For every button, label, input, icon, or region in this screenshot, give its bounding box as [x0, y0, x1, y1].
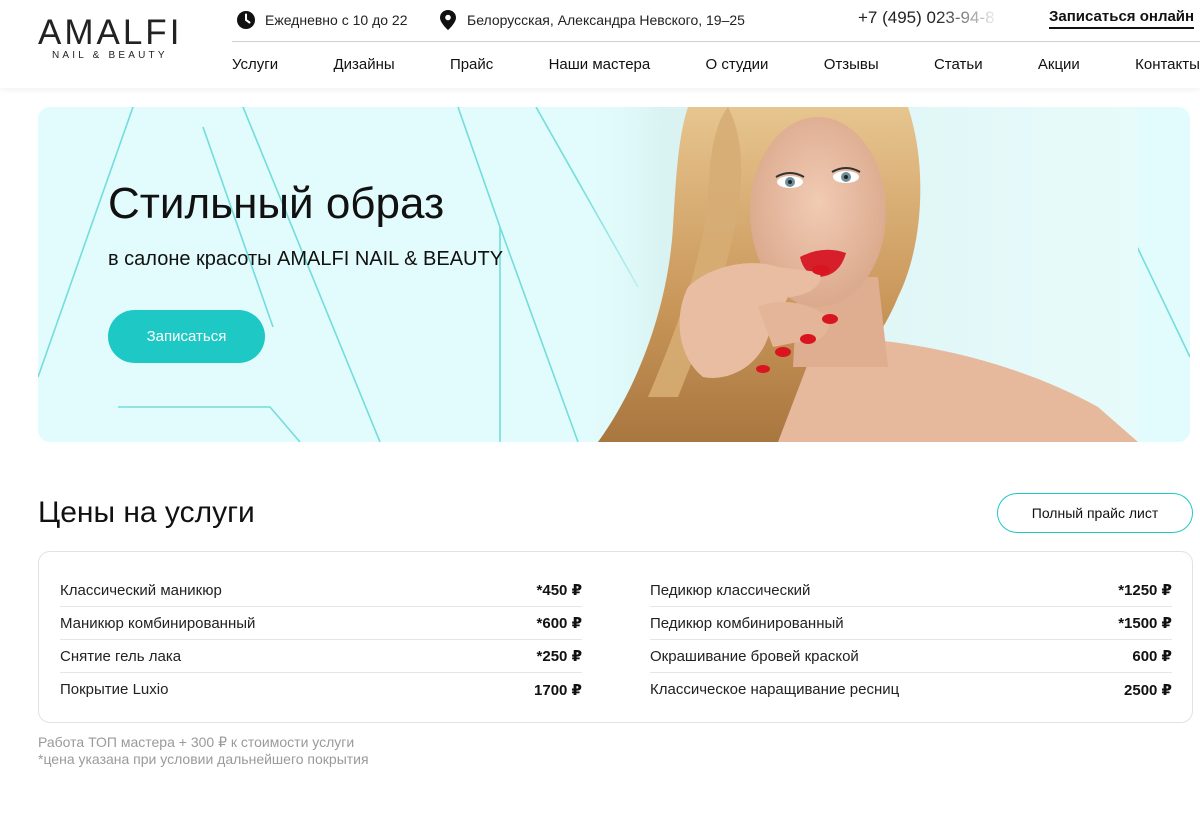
- hero-subtitle: в салоне красоты AMALFI NAIL & BEAUTY: [108, 248, 504, 270]
- service-name: Снятие гель лака: [60, 647, 182, 665]
- hero-banner: Стильный образ в салоне красоты AMALFI N…: [38, 107, 1190, 442]
- price-row: Педикюр классический *1250 ₽: [650, 574, 1172, 607]
- nav-item-articles[interactable]: Статьи: [934, 56, 983, 73]
- service-price: 600 ₽: [1132, 648, 1172, 665]
- full-pricelist-button[interactable]: Полный прайс лист: [997, 493, 1193, 533]
- logo-tagline: NAIL & BEAUTY: [52, 50, 168, 61]
- service-name: Маникюр комбинированный: [60, 614, 256, 632]
- nav-item-reviews[interactable]: Отзывы: [824, 56, 879, 73]
- address[interactable]: Белорусская, Александра Невского, 19–25: [438, 10, 745, 30]
- main-nav: Услуги Дизайны Прайс Наши мастера О студ…: [232, 56, 1200, 73]
- hero-signup-button[interactable]: Записаться: [108, 310, 265, 363]
- address-text: Белорусская, Александра Невского, 19–25: [467, 12, 745, 28]
- top-info-bar: Ежедневно с 10 до 22 Белорусская, Алекса…: [232, 0, 1200, 42]
- service-price: 1700 ₽: [534, 681, 582, 699]
- working-hours-text: Ежедневно с 10 до 22: [265, 12, 408, 28]
- top-master-note: Работа ТОП мастера + 300 ₽ к стоимости у…: [38, 734, 355, 750]
- nav-item-services[interactable]: Услуги: [232, 56, 278, 73]
- service-name: Классический маникюр: [60, 581, 222, 599]
- prices-section-title: Цены на услуги: [38, 496, 255, 529]
- signup-online-link[interactable]: Записаться онлайн: [1049, 8, 1195, 29]
- price-column-left: Классический маникюр *450 ₽ Маникюр комб…: [60, 574, 582, 706]
- nav-item-about[interactable]: О студии: [706, 56, 769, 73]
- working-hours: Ежедневно с 10 до 22: [236, 10, 407, 30]
- price-row: Маникюр комбинированный *600 ₽: [60, 607, 582, 640]
- nav-item-pricelist[interactable]: Прайс: [450, 56, 493, 73]
- price-row: Педикюр комбинированный *1500 ₽: [650, 607, 1172, 640]
- price-row: Снятие гель лака *250 ₽: [60, 640, 582, 673]
- hero-title: Стильный образ: [108, 179, 445, 228]
- service-price: *1500 ₽: [1118, 615, 1172, 632]
- price-row: Классический маникюр *450 ₽: [60, 574, 582, 607]
- nav-item-masters[interactable]: Наши мастера: [549, 56, 651, 73]
- price-card: Классический маникюр *450 ₽ Маникюр комб…: [38, 551, 1193, 723]
- clock-icon: [236, 10, 256, 30]
- service-price: *1250 ₽: [1118, 582, 1172, 599]
- service-price: 2500 ₽: [1124, 681, 1172, 699]
- price-footnote: *цена указана при условии дальнейшего по…: [38, 751, 369, 767]
- nav-item-contacts[interactable]: Контакты: [1135, 56, 1200, 73]
- site-header: AMALFI NAIL & BEAUTY Ежедневно с 10 до 2…: [0, 0, 1200, 88]
- service-name: Педикюр комбинированный: [650, 614, 844, 632]
- nav-item-promotions[interactable]: Акции: [1038, 56, 1080, 73]
- nav-item-designs[interactable]: Дизайны: [333, 56, 394, 73]
- service-price: *450 ₽: [536, 582, 582, 599]
- phone-number[interactable]: +7 (495) 023-94-8: [858, 8, 1000, 28]
- price-column-right: Педикюр классический *1250 ₽ Педикюр ком…: [650, 574, 1172, 706]
- logo[interactable]: AMALFI NAIL & BEAUTY: [38, 13, 188, 62]
- service-price: *250 ₽: [536, 648, 582, 665]
- price-row: Окрашивание бровей краской 600 ₽: [650, 640, 1172, 673]
- service-name: Педикюр классический: [650, 581, 811, 599]
- price-row: Покрытие Luxio 1700 ₽: [60, 673, 582, 706]
- service-name: Окрашивание бровей краской: [650, 647, 859, 665]
- price-row: Классическое наращивание ресниц 2500 ₽: [650, 673, 1172, 706]
- hero-model-photo: [578, 107, 1138, 442]
- service-price: *600 ₽: [536, 615, 582, 632]
- service-name: Покрытие Luxio: [60, 681, 169, 698]
- location-pin-icon: [438, 10, 458, 30]
- service-name: Классическое наращивание ресниц: [650, 681, 900, 698]
- logo-name: AMALFI: [38, 13, 183, 52]
